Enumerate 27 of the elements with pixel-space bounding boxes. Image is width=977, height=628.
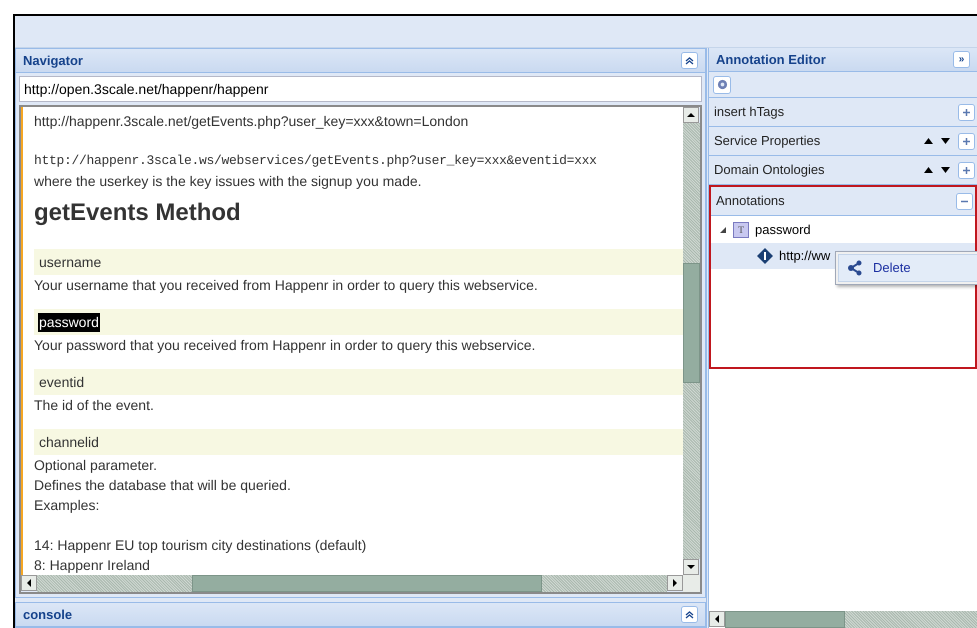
panel-title: Annotation Editor bbox=[716, 50, 826, 69]
code-url: http://happenr.3scale.ws/webservices/getEvents.php?user_key=xxx&eventid=xxx bbox=[34, 152, 598, 170]
section-title: Service Properties bbox=[714, 132, 820, 150]
parameter-name: username bbox=[38, 252, 102, 272]
method-heading: getEvents Method bbox=[34, 198, 242, 228]
content-text: Examples: bbox=[34, 496, 100, 515]
double-chevron-icon: » bbox=[958, 54, 964, 64]
section-title: Annotations bbox=[716, 192, 785, 210]
panel-title: console bbox=[23, 606, 72, 624]
panel-title: Navigator bbox=[23, 52, 83, 70]
content-text: 14: Happenr EU top tourism city destinations (default) bbox=[34, 536, 368, 555]
content-text: http://happenr.3scale.net/getEvents.php?user_key=xxx&town=London bbox=[34, 112, 470, 131]
tree-label: http://ww bbox=[779, 247, 830, 266]
content-text: Your password that you received from Happenr in order to query this webservice. bbox=[34, 336, 536, 355]
content-text: Your username that you received from Happenr in order to query this webservice. bbox=[34, 276, 539, 295]
parameter-name: eventid bbox=[38, 372, 86, 392]
section-title: Domain Ontologies bbox=[714, 161, 825, 180]
section-title: insert hTags bbox=[714, 103, 784, 122]
parameter-name: channelid bbox=[38, 432, 100, 452]
parameter-name: password bbox=[38, 312, 100, 332]
text-node-icon: T bbox=[733, 222, 749, 238]
content-text: The id of the event. bbox=[34, 396, 155, 415]
tree-label: password bbox=[755, 221, 811, 240]
content-text: where the userkey is the key issues with the signup you made. bbox=[34, 172, 423, 191]
content-text: Optional parameter. bbox=[34, 456, 158, 475]
content-text: Defines the database that will be queried. bbox=[34, 476, 292, 495]
content-text: 8: Happenr Ireland bbox=[34, 556, 151, 575]
